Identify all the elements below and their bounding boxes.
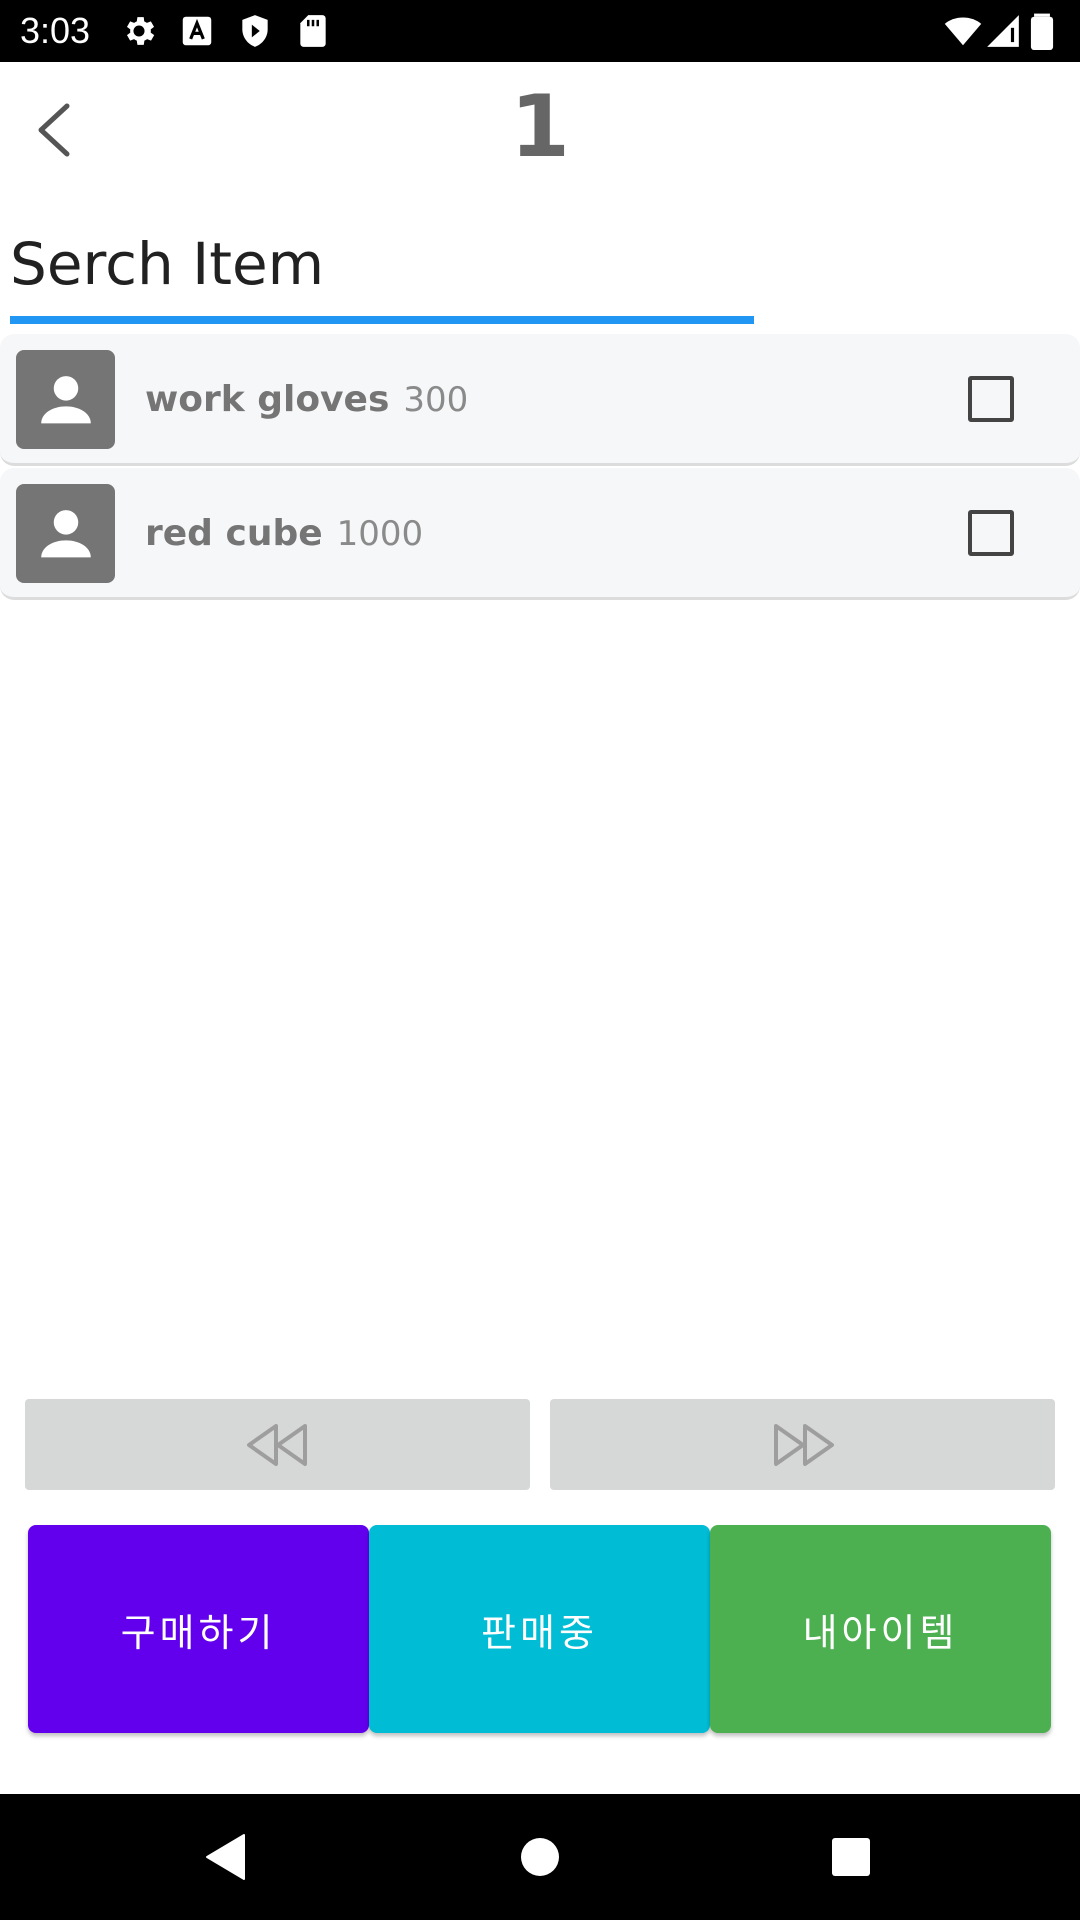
status-bar: 3:03	[0, 0, 1080, 62]
item-price: 1000	[336, 514, 424, 554]
selling-tab-button[interactable]: 판매중	[369, 1525, 710, 1733]
nav-recents-button[interactable]	[818, 1824, 884, 1890]
screen: 3:03 1 Serch Item work gloves 300 red cu…	[0, 0, 1080, 1920]
page-number: 1	[510, 77, 570, 177]
item-name: red cube	[145, 513, 323, 554]
person-icon	[40, 509, 91, 557]
list-item[interactable]: red cube 1000	[0, 468, 1080, 600]
chevron-left-icon	[38, 103, 70, 157]
navigation-bar	[0, 1794, 1080, 1920]
item-name-label: work gloves 300	[145, 374, 468, 426]
text-a-icon	[178, 12, 216, 50]
item-checkbox[interactable]	[968, 510, 1014, 556]
search-input[interactable]	[10, 220, 754, 308]
shield-play-icon	[236, 12, 274, 50]
item-name-label: red cube 1000	[145, 508, 423, 560]
list-item[interactable]: work gloves 300	[0, 334, 1080, 466]
settings-icon	[120, 12, 158, 50]
buy-tab-button[interactable]: 구매하기	[28, 1525, 369, 1733]
nav-back-button[interactable]	[193, 1824, 259, 1890]
rewind-icon	[246, 1423, 307, 1466]
battery-icon	[1030, 12, 1054, 50]
previous-page-button[interactable]	[25, 1399, 530, 1490]
recents-square-icon	[832, 1838, 870, 1876]
nav-home-button[interactable]	[507, 1824, 573, 1890]
back-triangle-icon	[206, 1834, 245, 1880]
my-items-tab-button[interactable]: 내아이템	[710, 1525, 1051, 1733]
home-circle-icon	[521, 1838, 559, 1876]
status-time: 3:03	[20, 10, 91, 51]
search-field	[10, 220, 754, 324]
avatar	[16, 350, 115, 449]
fast-forward-icon	[773, 1423, 834, 1466]
sd-card-icon	[294, 12, 332, 50]
signal-icon	[984, 12, 1022, 50]
item-checkbox[interactable]	[968, 376, 1014, 422]
person-icon	[40, 375, 91, 423]
avatar	[16, 484, 115, 583]
back-button[interactable]	[18, 90, 88, 170]
wifi-icon	[944, 12, 982, 50]
item-price: 300	[403, 380, 469, 420]
item-list: work gloves 300 red cube 1000	[0, 334, 1080, 602]
item-name: work gloves	[145, 379, 390, 420]
next-page-button[interactable]	[550, 1399, 1055, 1490]
